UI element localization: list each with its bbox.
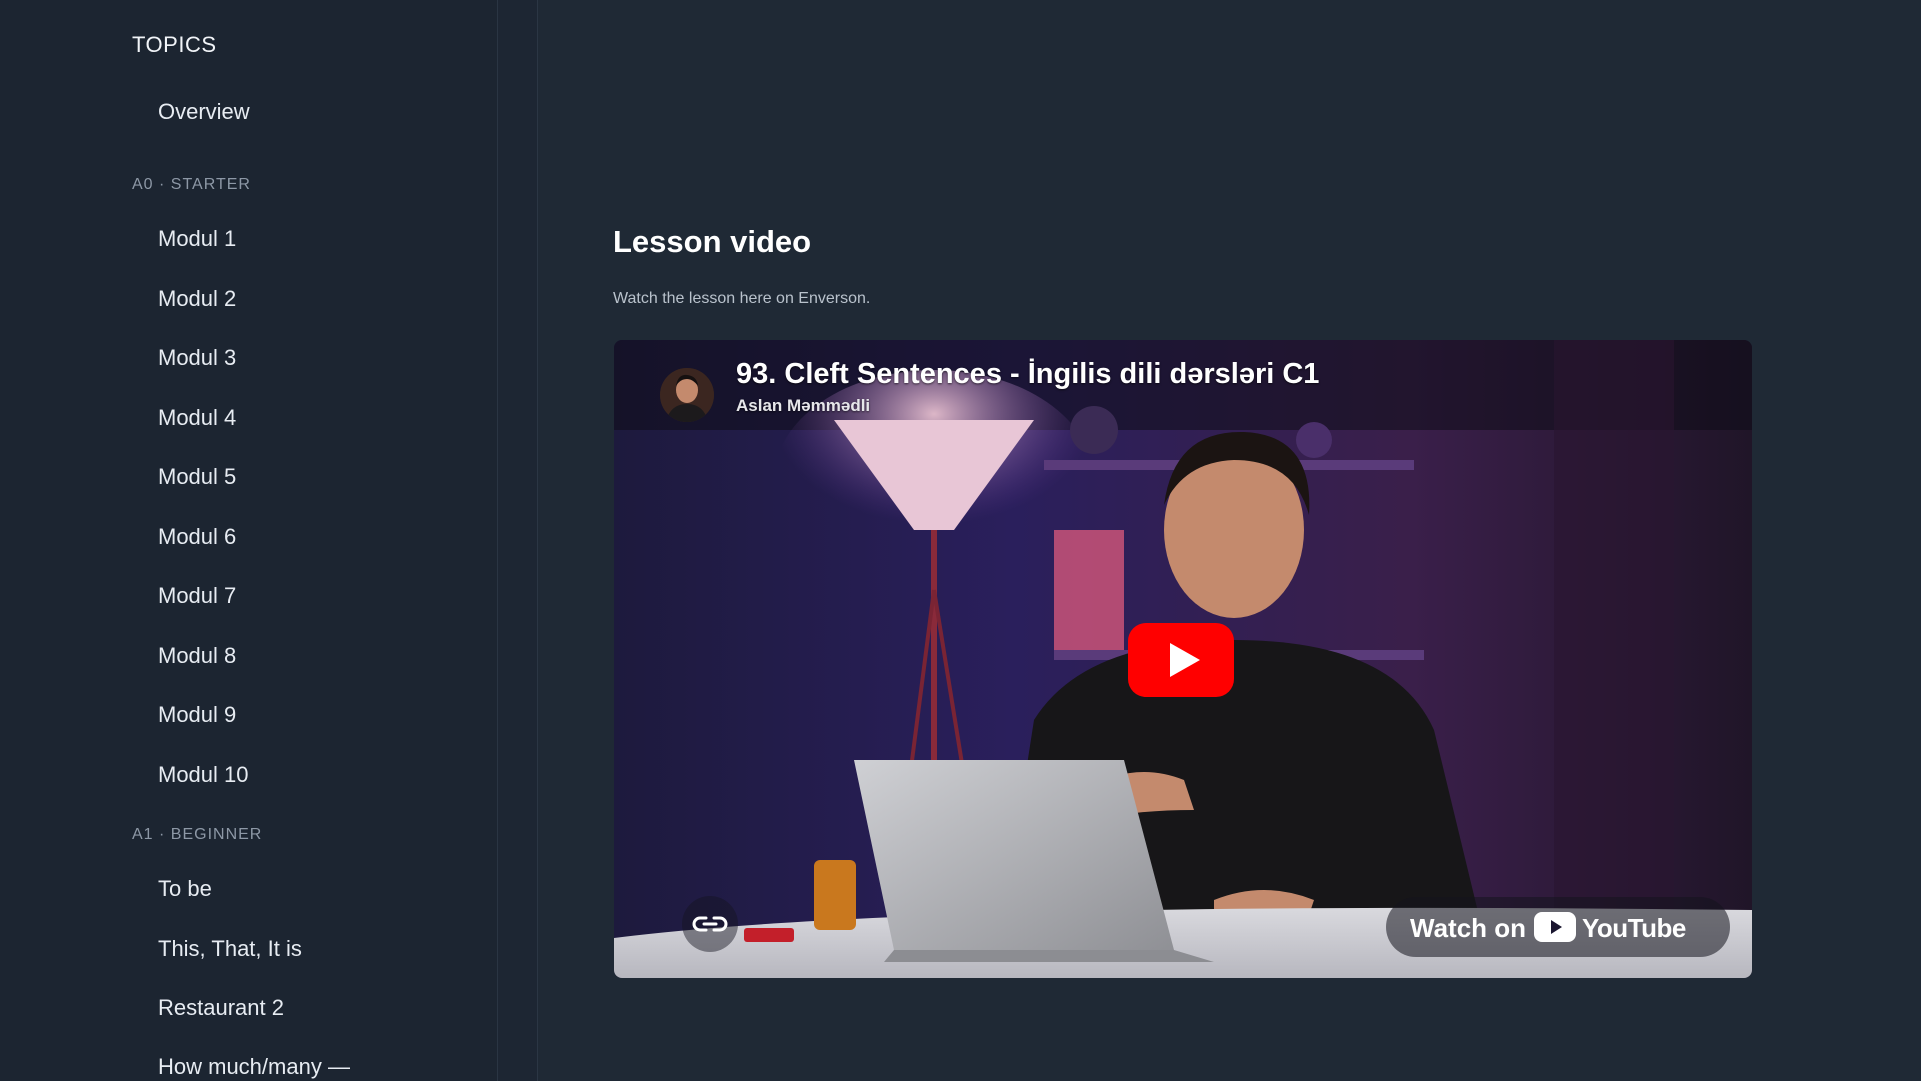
- sidebar-item-modul-10[interactable]: Modul 10: [158, 762, 249, 788]
- sidebar-item-overview[interactable]: Overview: [158, 99, 250, 125]
- sidebar-title: TOPICS: [132, 32, 217, 57]
- sidebar-item-modul-5[interactable]: Modul 5: [158, 464, 236, 490]
- sidebar-item-modul-7[interactable]: Modul 7: [158, 583, 236, 609]
- play-icon: [1128, 623, 1234, 697]
- sidebar-item-to-be[interactable]: To be: [158, 876, 212, 902]
- video-title[interactable]: 93. Cleft Sentences - İngilis dili dərsl…: [736, 358, 1319, 391]
- section-label-beginner: A1 · BEGINNER: [132, 826, 263, 843]
- youtube-logo: YouTube: [1534, 911, 1714, 943]
- watch-on-label: Watch on: [1410, 913, 1527, 943]
- sidebar-item-this-that-it-is[interactable]: This, That, It is: [158, 936, 302, 962]
- section-label-starter: A0 · STARTER: [132, 176, 251, 193]
- channel-avatar[interactable]: [660, 368, 714, 422]
- link-icon: [692, 916, 728, 932]
- copy-link-button[interactable]: [682, 896, 738, 952]
- youtube-logo-icon: [1534, 912, 1576, 942]
- sidebar-item-how-much-many[interactable]: How much/many —: [158, 1054, 350, 1080]
- sidebar-item-modul-4[interactable]: Modul 4: [158, 405, 236, 431]
- sidebar-item-modul-9[interactable]: Modul 9: [158, 702, 236, 728]
- sidebar-item-modul-8[interactable]: Modul 8: [158, 643, 236, 669]
- sidebar: TOPICS Overview A0 · STARTER Modul 1 Mod…: [0, 0, 498, 1081]
- sidebar-item-modul-2[interactable]: Modul 2: [158, 286, 236, 312]
- main-content: Lesson video Watch the lesson here on En…: [538, 0, 1921, 1081]
- lesson-video-subheading: Watch the lesson here on Enverson.: [613, 290, 871, 307]
- sidebar-item-modul-6[interactable]: Modul 6: [158, 524, 236, 550]
- watch-on-youtube-button[interactable]: Watch on YouTube: [1386, 897, 1730, 957]
- sidebar-item-restaurant-2[interactable]: Restaurant 2: [158, 995, 284, 1021]
- video-channel-name[interactable]: Aslan Məmmədli: [736, 396, 870, 416]
- youtube-wordmark: YouTube: [1582, 913, 1686, 943]
- lesson-video-heading: Lesson video: [613, 224, 812, 259]
- sidebar-item-modul-3[interactable]: Modul 3: [158, 345, 236, 371]
- sidebar-item-modul-1[interactable]: Modul 1: [158, 226, 236, 252]
- sidebar-divider: [498, 0, 538, 1081]
- youtube-embed[interactable]: 93. Cleft Sentences - İngilis dili dərsl…: [614, 340, 1752, 978]
- play-button[interactable]: [1128, 623, 1234, 697]
